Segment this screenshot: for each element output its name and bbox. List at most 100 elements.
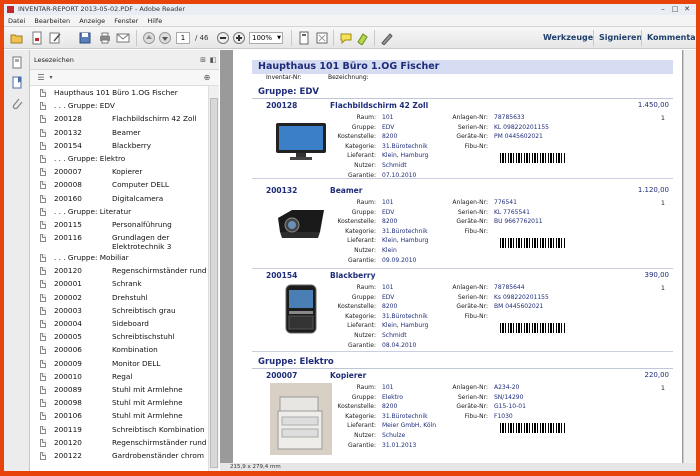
chevron-down-icon[interactable]: ▾ [44, 71, 58, 85]
bookmark-page-icon [40, 346, 46, 355]
bookmark-item[interactable]: 200089 Stuhl mit Armlehne [30, 383, 208, 396]
nutzer-label: Nutzer: [354, 162, 376, 169]
bookmark-item[interactable]: 200128 Flachbildschirm 42 Zoll [30, 112, 208, 125]
toolbar: 1 / 46 100% ▼ Werkzeuge Signieren Komment… [4, 27, 696, 49]
bookmark-page-icon [40, 306, 46, 315]
kategorie-label: Kategorie: [345, 227, 376, 235]
document-area: Haupthaus 101 Büro 1.OG Fischer Inventar… [220, 50, 696, 463]
blackberry-image [285, 284, 317, 334]
print-icon[interactable] [98, 31, 112, 45]
scrollbar-thumb[interactable] [210, 98, 218, 468]
zoom-in-icon[interactable] [232, 31, 246, 45]
bookmark-item[interactable]: 200006 Kombination [30, 343, 208, 356]
anlagen-label: Anlagen-Nr: [452, 284, 488, 291]
fit-page-icon[interactable] [297, 31, 311, 45]
bookmark-item[interactable]: 200008 Computer DELL [30, 178, 208, 191]
bookmark-item[interactable]: 200003 Schreibtisch grau [30, 304, 208, 317]
close-panel-icon[interactable]: ◧ [206, 53, 220, 67]
geraete-label: Geräte-Nr: [456, 403, 488, 411]
bookmark-item[interactable]: . . . Gruppe: Literatur [30, 205, 208, 218]
fibu-label: Fibu-Nr: [464, 142, 488, 150]
edit-icon[interactable] [48, 31, 62, 45]
attachments-icon[interactable] [10, 96, 24, 110]
geraete-label: Geräte-Nr: [456, 303, 488, 311]
window-title: INVENTAR-REPORT 2013-05-02.PDF - Adobe R… [18, 5, 186, 13]
bookmark-item[interactable]: . . . Gruppe: EDV [30, 99, 208, 112]
page-number-input[interactable]: 1 [176, 32, 190, 44]
bookmark-item[interactable]: 200001 Schrank [30, 277, 208, 290]
full-screen-icon[interactable] [315, 31, 329, 45]
bookmark-code: 200106 [54, 411, 82, 421]
bookmarks-scrollbar[interactable] [208, 86, 219, 471]
bookmark-item[interactable]: 200132 Beamer [30, 126, 208, 139]
bookmarks-title: Lesezeichen [34, 56, 74, 64]
bookmark-code: 200008 [54, 180, 82, 190]
bookmark-item[interactable]: 200098 Stuhl mit Armlehne [30, 396, 208, 409]
divider [252, 268, 673, 269]
bookmark-item[interactable]: 200010 Regal [30, 370, 208, 383]
bookmark-item[interactable]: 200116 Grundlagen der Elektrotechnik 3 [30, 231, 208, 251]
garantie-value: 09.09.2010 [382, 256, 417, 264]
minimize-icon[interactable]: – [658, 5, 668, 13]
bookmark-code: 200002 [54, 292, 82, 302]
bookmark-item[interactable]: 200122 Gardrobenständer chrom [30, 449, 208, 462]
toolbar-separator [291, 30, 292, 46]
bookmark-item[interactable]: 200004 Sideboard [30, 317, 208, 330]
open-folder-icon[interactable] [10, 31, 24, 45]
bookmark-label: Schrank [112, 279, 142, 289]
menu-datei[interactable]: Datei [8, 15, 25, 27]
next-page-icon[interactable] [158, 31, 172, 45]
bookmark-label: Gardrobenständer chrom [112, 450, 204, 460]
bookmark-item[interactable]: 200005 Schreibtischstuhl [30, 330, 208, 343]
zoom-out-icon[interactable] [216, 31, 230, 45]
bookmark-item[interactable]: . . . Gruppe: Mobiliar [30, 251, 208, 264]
zoom-select[interactable]: 100% ▼ [249, 32, 283, 44]
bookmark-item[interactable]: 200007 Kopierer [30, 165, 208, 178]
document-scrollbar[interactable] [683, 50, 696, 463]
menu-anzeige[interactable]: Anzeige [79, 15, 105, 27]
bookmark-item[interactable]: 200009 Monitor DELL [30, 357, 208, 370]
bookmark-item[interactable]: 200160 Digitalcamera [30, 192, 208, 205]
bookmark-page-icon [40, 168, 46, 177]
email-icon[interactable] [116, 31, 130, 45]
bookmark-code: 200010 [54, 371, 82, 381]
new-bookmark-icon[interactable]: ⊕ [200, 71, 214, 85]
item-price: 1.120,00 [637, 186, 669, 194]
status-bar: 215,9 x 279,4 mm [220, 463, 696, 471]
bookmark-label: Stuhl mit Armlehne [112, 398, 183, 408]
create-pdf-icon[interactable] [30, 31, 44, 45]
close-icon[interactable]: ✕ [682, 5, 692, 13]
bookmarks-icon[interactable] [10, 76, 24, 90]
bookmark-item[interactable]: 200120 Regenschirmständer rund [30, 436, 208, 449]
menu-fenster[interactable]: Fenster [114, 15, 138, 27]
bookmark-item[interactable]: 200115 Personalführung [30, 218, 208, 231]
maximize-icon[interactable]: □ [670, 5, 680, 13]
bookmark-item[interactable]: 200119 Schreibtisch Kombination [30, 423, 208, 436]
raum-label: Raum: [356, 114, 376, 121]
bookmark-item[interactable]: 200120 Regenschirmständer rund [30, 264, 208, 277]
lieferant-label: Lieferant: [347, 422, 376, 430]
bookmark-item[interactable]: 200154 Blackberry [30, 139, 208, 152]
item-quantity: 1 [660, 199, 665, 207]
highlight-icon[interactable] [356, 31, 370, 45]
save-icon[interactable] [78, 31, 92, 45]
toolbar-separator [374, 30, 375, 46]
menu-bar: Datei Bearbeiten Anzeige Fenster Hilfe [4, 15, 696, 27]
fibu-value: F1030 [494, 412, 513, 420]
bookmark-item[interactable]: 200002 Drehstuhl [30, 291, 208, 304]
page-thumbnails-icon[interactable] [10, 56, 24, 70]
sign-icon[interactable] [380, 31, 394, 45]
previous-page-icon[interactable] [142, 31, 156, 45]
kommentar-button[interactable]: Kommentar [647, 30, 696, 46]
bookmark-code: 200004 [54, 319, 82, 328]
menu-bearbeiten[interactable]: Bearbeiten [34, 15, 70, 27]
menu-hilfe[interactable]: Hilfe [147, 15, 162, 27]
werkzeuge-button[interactable]: Werkzeuge [543, 30, 593, 46]
bookmark-label: Schreibtisch Kombination [112, 424, 205, 434]
bookmark-item[interactable]: 200106 Stuhl mit Armlehne [30, 409, 208, 422]
comment-icon[interactable] [339, 31, 353, 45]
bookmark-item[interactable]: Haupthaus 101 Büro 1.OG Fischer [30, 86, 208, 99]
signieren-button[interactable]: Signieren [599, 30, 642, 46]
geraete-label: Geräte-Nr: [456, 133, 488, 141]
bookmark-item[interactable]: . . . Gruppe: Elektro [30, 152, 208, 165]
